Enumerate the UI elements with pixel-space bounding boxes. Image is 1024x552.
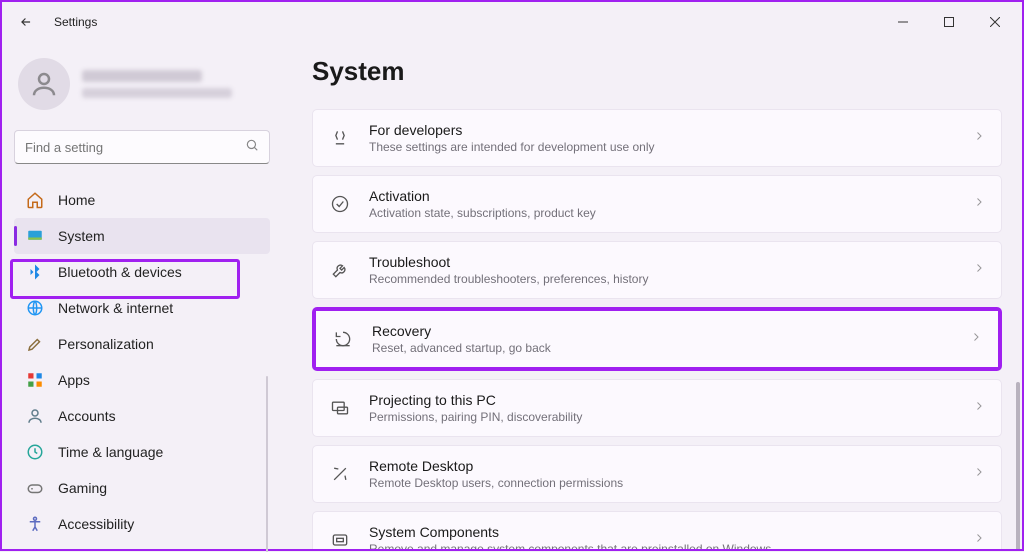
nav-home[interactable]: Home bbox=[14, 182, 270, 218]
nav-label: Accessibility bbox=[58, 516, 134, 532]
annotation-highlight-recovery: Recovery Reset, advanced startup, go bac… bbox=[312, 307, 1002, 371]
nav-label: Accounts bbox=[58, 408, 116, 424]
profile-name-redacted bbox=[82, 70, 202, 82]
time-icon bbox=[26, 443, 44, 461]
search-icon bbox=[245, 138, 259, 157]
system-icon bbox=[26, 227, 44, 245]
back-button[interactable] bbox=[10, 6, 42, 38]
card-desc: These settings are intended for developm… bbox=[369, 140, 955, 154]
activation-icon bbox=[329, 193, 351, 215]
nav-label: Network & internet bbox=[58, 300, 173, 316]
card-title: System Components bbox=[369, 524, 955, 540]
profile-block[interactable] bbox=[18, 58, 270, 110]
components-icon bbox=[329, 529, 351, 549]
card-for-developers[interactable]: For developers These settings are intend… bbox=[312, 109, 1002, 167]
card-projecting[interactable]: Projecting to this PC Permissions, pairi… bbox=[312, 379, 1002, 437]
chevron-right-icon bbox=[973, 531, 985, 549]
remote-desktop-icon bbox=[329, 463, 351, 485]
card-title: Activation bbox=[369, 188, 955, 204]
nav-apps[interactable]: Apps bbox=[14, 362, 270, 398]
card-remote-desktop[interactable]: Remote Desktop Remote Desktop users, con… bbox=[312, 445, 1002, 503]
recovery-icon bbox=[332, 328, 354, 350]
nav-label: Apps bbox=[58, 372, 90, 388]
nav-list: Home System Bluetooth & devices Network … bbox=[14, 182, 270, 542]
maximize-button[interactable] bbox=[926, 6, 972, 38]
main-scrollbar[interactable] bbox=[1016, 102, 1020, 539]
nav-label: Personalization bbox=[58, 336, 154, 352]
titlebar: Settings bbox=[2, 2, 1022, 42]
card-activation[interactable]: Activation Activation state, subscriptio… bbox=[312, 175, 1002, 233]
nav-accounts[interactable]: Accounts bbox=[14, 398, 270, 434]
card-title: For developers bbox=[369, 122, 955, 138]
nav-network[interactable]: Network & internet bbox=[14, 290, 270, 326]
search-box[interactable] bbox=[14, 130, 270, 164]
main-panel: System For developers These settings are… bbox=[282, 42, 1022, 549]
gaming-icon bbox=[26, 479, 44, 497]
apps-icon bbox=[26, 371, 44, 389]
nav-bluetooth[interactable]: Bluetooth & devices bbox=[14, 254, 270, 290]
card-title: Projecting to this PC bbox=[369, 392, 955, 408]
chevron-right-icon bbox=[970, 330, 982, 348]
page-heading: System bbox=[312, 56, 1002, 87]
chevron-right-icon bbox=[973, 465, 985, 483]
nav-gaming[interactable]: Gaming bbox=[14, 470, 270, 506]
developers-icon bbox=[329, 127, 351, 149]
chevron-right-icon bbox=[973, 195, 985, 213]
profile-email-redacted bbox=[82, 88, 232, 98]
projecting-icon bbox=[329, 397, 351, 419]
close-button[interactable] bbox=[972, 6, 1018, 38]
nav-label: System bbox=[58, 228, 105, 244]
personalization-icon bbox=[26, 335, 44, 353]
card-troubleshoot[interactable]: Troubleshoot Recommended troubleshooters… bbox=[312, 241, 1002, 299]
accounts-icon bbox=[26, 407, 44, 425]
card-desc: Reset, advanced startup, go back bbox=[372, 341, 952, 355]
chevron-right-icon bbox=[973, 129, 985, 147]
window-title: Settings bbox=[54, 15, 97, 29]
nav-label: Bluetooth & devices bbox=[58, 264, 182, 280]
card-desc: Permissions, pairing PIN, discoverabilit… bbox=[369, 410, 955, 424]
nav-system[interactable]: System bbox=[14, 218, 270, 254]
nav-time[interactable]: Time & language bbox=[14, 434, 270, 470]
card-desc: Activation state, subscriptions, product… bbox=[369, 206, 955, 220]
chevron-right-icon bbox=[973, 399, 985, 417]
accessibility-icon bbox=[26, 515, 44, 533]
minimize-button[interactable] bbox=[880, 6, 926, 38]
nav-personalization[interactable]: Personalization bbox=[14, 326, 270, 362]
card-desc: Remote Desktop users, connection permiss… bbox=[369, 476, 955, 490]
sidebar-scrollbar[interactable] bbox=[266, 376, 268, 552]
card-desc: Recommended troubleshooters, preferences… bbox=[369, 272, 955, 286]
nav-label: Time & language bbox=[58, 444, 163, 460]
home-icon bbox=[26, 191, 44, 209]
card-title: Remote Desktop bbox=[369, 458, 955, 474]
nav-label: Gaming bbox=[58, 480, 107, 496]
sidebar: Home System Bluetooth & devices Network … bbox=[2, 42, 282, 549]
card-desc: Remove and manage system components that… bbox=[369, 542, 955, 549]
card-system-components[interactable]: System Components Remove and manage syst… bbox=[312, 511, 1002, 549]
search-input[interactable] bbox=[25, 140, 245, 155]
card-title: Troubleshoot bbox=[369, 254, 955, 270]
nav-label: Home bbox=[58, 192, 95, 208]
troubleshoot-icon bbox=[329, 259, 351, 281]
card-title: Recovery bbox=[372, 323, 952, 339]
avatar bbox=[18, 58, 70, 110]
network-icon bbox=[26, 299, 44, 317]
card-recovery[interactable]: Recovery Reset, advanced startup, go bac… bbox=[316, 311, 998, 367]
bluetooth-icon bbox=[26, 263, 44, 281]
chevron-right-icon bbox=[973, 261, 985, 279]
nav-accessibility[interactable]: Accessibility bbox=[14, 506, 270, 542]
